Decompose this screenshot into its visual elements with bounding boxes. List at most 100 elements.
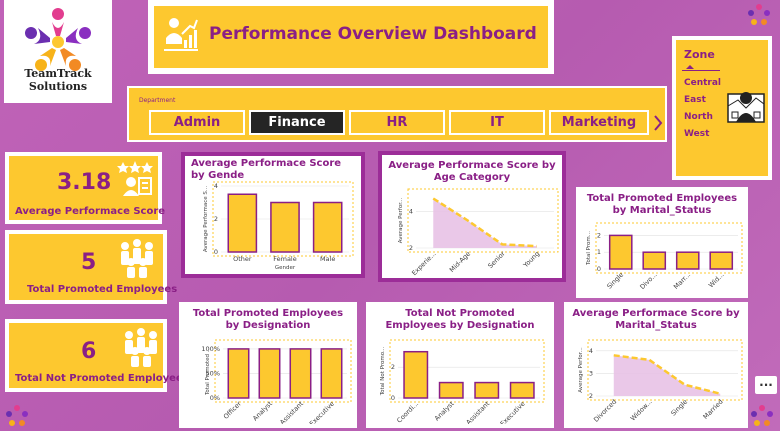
- chart-card-marital-score: Average Performace Score by Marital_Stat…: [564, 302, 748, 428]
- y-axis-label: Total Promoted ...: [205, 347, 211, 396]
- zone-item-west[interactable]: West: [684, 129, 709, 139]
- x-tick-label: Executive: [499, 400, 527, 424]
- x-tick-label: Divorced: [592, 398, 618, 424]
- chevron-right-icon[interactable]: [652, 114, 664, 132]
- chart-card-marital-promoted: Total Promoted Employees by Marital_Stat…: [576, 187, 748, 298]
- x-tick-label: Married: [701, 398, 724, 421]
- y-tick-label: 3: [589, 369, 593, 377]
- y-axis-label: Total Not Promo...: [380, 346, 386, 396]
- y-tick-label: 2: [409, 244, 413, 252]
- map-person-icon: [727, 92, 765, 123]
- y-tick-label: 2: [589, 392, 593, 400]
- marital-promoted-chart: 0 1 2 Total Prom... Single Divo... Marr... Wid.…: [586, 222, 743, 291]
- x-tick-label: Experie...: [410, 250, 437, 277]
- x-tick-label: Single: [669, 398, 689, 418]
- kpi-promoted: 5 Total Promoted Employees: [5, 230, 177, 304]
- x-tick-label: Assistant: [278, 399, 305, 424]
- x-tick-label: Widow...: [629, 398, 654, 423]
- y-axis-label: Total Prom...: [586, 231, 592, 266]
- x-tick-label: Other: [233, 255, 252, 263]
- x-tick-label: Senior: [486, 250, 507, 271]
- x-tick-label: Executive: [308, 400, 336, 424]
- department-slicer: Department Admin Finance HR IT Marketing: [127, 86, 667, 142]
- x-tick-label: Female: [273, 255, 297, 263]
- x-axis-label: Gender: [275, 265, 296, 271]
- x-tick-label: Single: [605, 271, 625, 291]
- y-tick-label: 4: [589, 347, 593, 355]
- chart-card-designation-not-promoted: Total Not Promoted Employees by Designat…: [366, 302, 554, 428]
- x-tick-label: Young: [521, 250, 541, 270]
- x-tick-label: Coordi...: [395, 400, 420, 424]
- people-group-icon: [121, 239, 153, 278]
- page-title: Performance Overview Dashboard: [209, 24, 537, 44]
- y-tick-label: 0%: [210, 394, 220, 402]
- bar: [289, 348, 312, 399]
- designation-not-promoted-chart: 0 2 Total Not Promo... Coordi... Analyst Assi…: [380, 339, 545, 424]
- bar: [642, 251, 667, 270]
- dashboard-header: Performance Overview Dashboard: [148, 0, 554, 74]
- mini-logo-icon: [751, 405, 773, 426]
- zone-item-north[interactable]: North: [684, 112, 713, 122]
- mini-logo-icon: [748, 4, 770, 25]
- gender-score-chart: 0 2 4 Average Performace S... Other Female Mal…: [203, 181, 354, 271]
- tab-marketing[interactable]: Marketing: [549, 110, 649, 135]
- x-tick-label: Analyst: [433, 399, 456, 422]
- kpi-not-promoted: 6 Total Not Promoted Employees: [5, 319, 189, 392]
- y-tick-label: 0: [391, 394, 395, 402]
- y-tick-label: 0: [214, 248, 218, 256]
- zone-slicer: Zone Central East North West: [672, 36, 772, 180]
- bar: [709, 251, 734, 270]
- x-tick-label: Wid...: [707, 271, 726, 290]
- chart-card-designation-promoted: Total Promoted Employees by Designation …: [179, 302, 357, 428]
- chart-card-gender: Average Performace Score by Gende 0 2 4 Ave…: [181, 152, 365, 278]
- bar: [258, 348, 281, 399]
- tab-it[interactable]: IT: [449, 110, 545, 135]
- kpi-label: Average Performace Score: [15, 206, 166, 217]
- zone-title: Zone: [684, 48, 715, 61]
- zone-item-east[interactable]: East: [684, 95, 706, 105]
- kpi-label: Total Promoted Employees: [27, 284, 178, 295]
- zone-item-central[interactable]: Central: [684, 78, 721, 88]
- x-tick-label: Divo...: [638, 271, 658, 291]
- award-icon: [117, 161, 153, 196]
- y-axis-label: Average Performace S...: [203, 186, 209, 252]
- kpi-avg-score: 3.18 Average Performace Score: [5, 152, 166, 224]
- x-tick-label: Mid-Age: [448, 250, 472, 274]
- sort-caret-icon: [686, 65, 694, 69]
- bar: [438, 381, 464, 399]
- people-group-icon: [125, 328, 157, 367]
- tab-admin[interactable]: Admin: [149, 110, 245, 135]
- bar: [675, 251, 700, 270]
- designation-promoted-chart: 0%50%100%Total Promoted ...Officer Analys…: [201, 339, 352, 424]
- age-score-chart: 2 4 Average Perfor... Experie... Mid-Age Seni…: [398, 188, 559, 277]
- bar: [403, 350, 429, 399]
- x-tick-label: Marr...: [672, 271, 692, 291]
- chart-card-age: Average Performace Score by Age Category…: [378, 151, 566, 282]
- y-tick-label: 2: [214, 215, 218, 223]
- y-tick-label: 4: [409, 207, 413, 215]
- bar: [312, 201, 343, 253]
- y-tick-label: 1: [597, 248, 601, 256]
- bar: [227, 193, 258, 253]
- y-axis-label: Average Perfor...: [578, 347, 584, 393]
- mini-logo-icon: [6, 405, 28, 426]
- growth-chart-icon: [164, 18, 198, 51]
- kpi-value: 6: [81, 339, 97, 364]
- bar: [270, 201, 300, 253]
- y-tick-label: 4: [214, 182, 218, 190]
- kpi-value: 3.18: [57, 170, 112, 195]
- brand-name: TeamTrack Solutions: [24, 67, 92, 93]
- y-axis-label: Average Perfor...: [398, 198, 404, 244]
- y-tick-label: 0: [597, 265, 601, 273]
- tab-finance[interactable]: Finance: [249, 110, 345, 135]
- bar: [227, 348, 250, 399]
- area-fill: [433, 198, 537, 248]
- more-options-button[interactable]: ...: [755, 376, 777, 394]
- tab-hr[interactable]: HR: [349, 110, 445, 135]
- y-tick-label: 2: [597, 231, 601, 239]
- kpi-value: 5: [81, 250, 97, 275]
- x-tick-label: Assistant: [465, 399, 492, 424]
- bar: [608, 234, 633, 270]
- kpi-label: Total Not Promoted Employees: [15, 373, 189, 384]
- bar: [474, 381, 500, 399]
